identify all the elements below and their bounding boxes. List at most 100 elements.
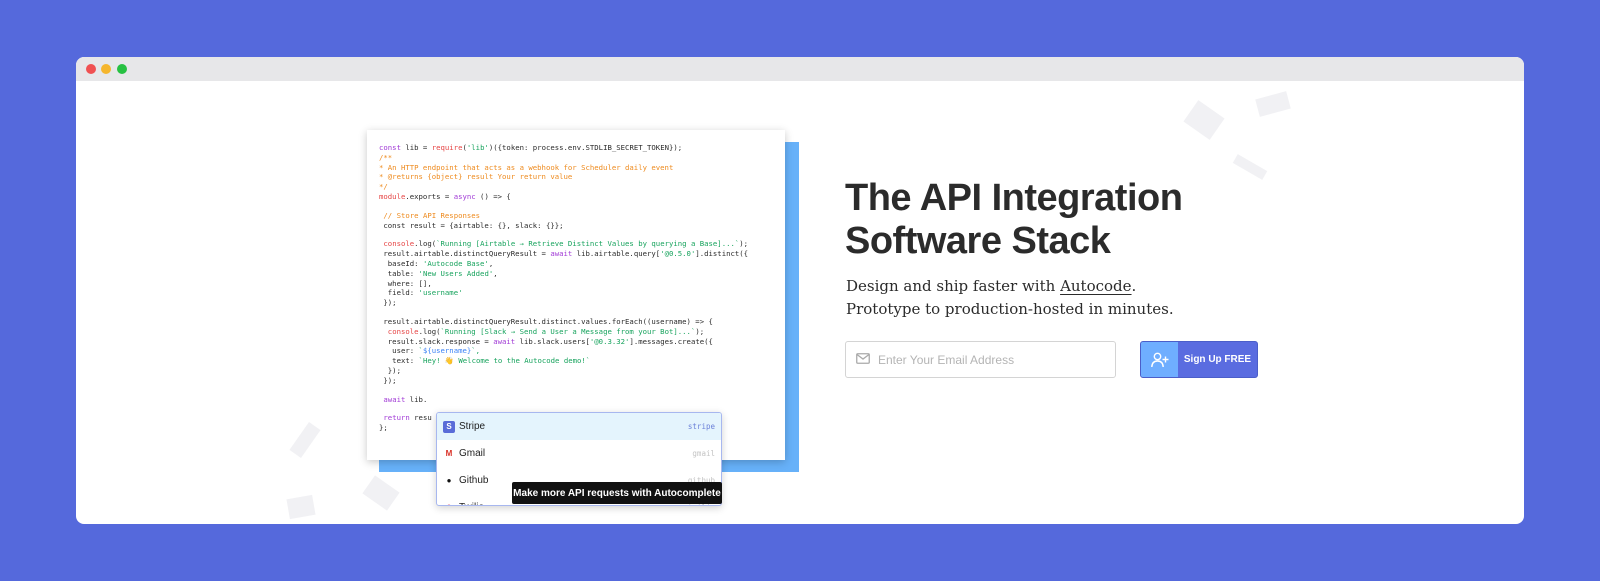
autocomplete-item-label: Gmail <box>459 448 486 459</box>
subtitle-text: Design and ship faster with <box>846 277 1061 295</box>
code-line: text: `Hey! 👋 Welcome to the Autocode de… <box>379 356 773 366</box>
code-token: .log( <box>418 326 441 336</box>
code-token: ].distinct({ <box>695 249 749 259</box>
autocomplete-item-tag: stripe <box>687 422 715 431</box>
decorative-shape <box>1255 91 1291 117</box>
code-token: ); <box>739 239 749 249</box>
stripe-icon: S <box>443 420 455 433</box>
code-editor[interactable]: const lib = require('lib')({token: proce… <box>367 130 785 460</box>
code-token: }); <box>379 365 401 375</box>
code-token: '@0.3.32' <box>589 336 630 346</box>
code-token: return <box>383 413 410 423</box>
window-titlebar <box>76 57 1524 81</box>
code-token: }); <box>379 298 397 308</box>
twilio-icon: ◉ <box>443 502 455 505</box>
code-line: const result = {airtable: {}, slack: {}}… <box>379 221 773 231</box>
code-line: * @returns {object} result Your return v… <box>379 172 773 182</box>
code-line: // Store API Responses <box>379 211 773 221</box>
decorative-shape <box>286 494 316 520</box>
code-token: require <box>431 143 463 152</box>
code-token: 'lib' <box>466 143 489 152</box>
hero-subtitle: Design and ship faster with Autocode. Pr… <box>846 275 1266 321</box>
code-token: const <box>379 143 406 152</box>
code-line: }); <box>379 366 773 376</box>
code-token: `, <box>471 346 481 356</box>
code-token: /** <box>379 152 393 162</box>
autocomplete-item-gmail[interactable]: M Gmail gmail <box>437 440 721 467</box>
code-line: module.exports = async () => { <box>379 192 773 202</box>
github-icon: ● <box>446 476 452 485</box>
code-token: text: <box>379 356 419 366</box>
page-title: The API Integration Software Stack <box>845 177 1183 262</box>
code-line: baseId: 'Autocode Base', <box>379 259 773 269</box>
decorative-shape <box>362 475 400 511</box>
code-line: console.log(`Running [Airtable → Retriev… <box>379 239 773 249</box>
code-token: console <box>383 239 415 249</box>
code-token: .exports = <box>405 191 454 201</box>
code-token: await <box>550 249 573 259</box>
signup-button-label: Sign Up FREE <box>1183 354 1252 365</box>
autocomplete-item-tag: gmail <box>692 449 715 458</box>
email-input[interactable] <box>878 352 1088 367</box>
email-field[interactable] <box>845 341 1116 378</box>
code-token: * An HTTP endpoint that acts as a webhoo… <box>379 162 674 172</box>
code-line: }); <box>379 376 773 386</box>
code-token: console <box>387 326 419 336</box>
close-window-button[interactable] <box>86 64 96 74</box>
code-token: '@0.5.0' <box>660 249 696 259</box>
code-token: baseId: <box>379 258 423 268</box>
code-line: await lib. <box>379 395 773 405</box>
code-token: async <box>453 191 476 201</box>
autocode-link[interactable]: Autocode <box>1060 277 1131 295</box>
code-token: table: <box>379 268 419 278</box>
code-token: () => { <box>475 191 511 201</box>
autocomplete-item-label: Stripe <box>459 421 486 432</box>
code-token: await <box>493 336 516 346</box>
code-token: where: [], <box>379 278 432 288</box>
gmail-icon: M <box>445 449 453 458</box>
code-line: result.airtable.distinctQueryResult = aw… <box>379 249 773 259</box>
code-line: field: 'username' <box>379 288 773 298</box>
code-token: `Running [Airtable → Retrieve Distinct V… <box>436 239 740 249</box>
decorative-shape <box>1183 100 1225 140</box>
mail-icon <box>856 351 870 369</box>
code-token: module <box>379 191 406 201</box>
code-token: result.airtable.distinctQueryResult.dist… <box>379 316 713 326</box>
code-line: * An HTTP endpoint that acts as a webhoo… <box>379 163 773 173</box>
code-token: */ <box>379 182 388 192</box>
maximize-window-button[interactable] <box>117 64 127 74</box>
code-token: // Store API Responses <box>383 210 481 220</box>
code-token: lib.airtable.query[ <box>572 249 661 259</box>
code-line: user: `${username}`, <box>379 346 773 356</box>
code-line: */ <box>379 182 773 192</box>
code-token: resu <box>409 413 432 423</box>
code-token: lib = <box>405 143 432 152</box>
code-token: ].messages.create({ <box>629 336 713 346</box>
code-token: }); <box>379 375 397 385</box>
minimize-window-button[interactable] <box>101 64 111 74</box>
code-line: /** <box>379 153 773 163</box>
code-line: const lib = require('lib')({token: proce… <box>379 143 773 153</box>
code-token: `Hey! 👋 Welcome to the Autocode demo!` <box>418 356 591 366</box>
code-token: const result = {airtable: {}, slack: {}}… <box>379 220 564 230</box>
code-line: result.slack.response = await lib.slack.… <box>379 337 773 347</box>
code-line: console.log(`Running [Slack → Send a Use… <box>379 327 773 337</box>
code-token: )({token: process.env.STDLIB_SECRET_TOKE… <box>488 143 683 152</box>
code-token: .log( <box>414 239 437 249</box>
code-token: await <box>383 394 406 404</box>
add-user-icon <box>1141 342 1178 377</box>
decorative-shape <box>1232 154 1268 180</box>
code-token: * @returns {object} result Your return v… <box>379 172 573 182</box>
code-token: 'Autocode Base' <box>422 258 489 268</box>
code-token: lib.slack.users[ <box>515 336 590 346</box>
signup-button[interactable]: Sign Up FREE <box>1140 341 1258 378</box>
code-token: }; <box>379 423 388 433</box>
autocomplete-item-stripe[interactable]: S Stripe stripe <box>437 413 721 440</box>
code-line: result.airtable.distinctQueryResult.dist… <box>379 317 773 327</box>
browser-window: const lib = require('lib')({token: proce… <box>76 57 1524 524</box>
code-token: , <box>488 258 494 268</box>
